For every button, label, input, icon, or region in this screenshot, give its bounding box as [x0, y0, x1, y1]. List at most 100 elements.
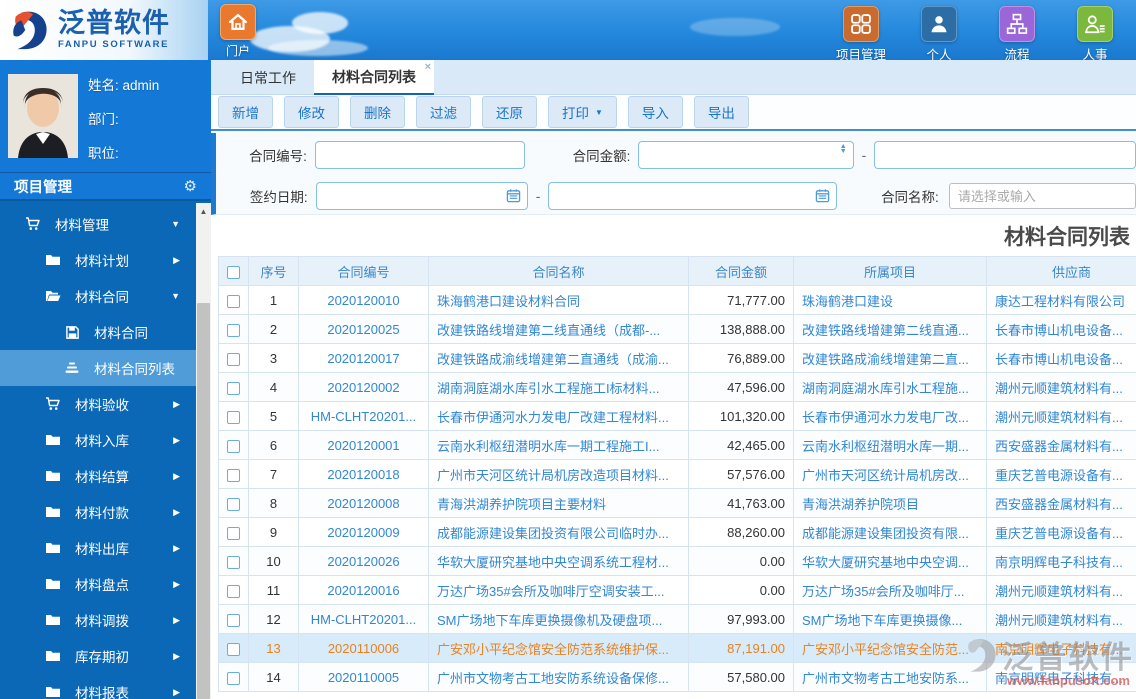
- import-button[interactable]: 导入: [627, 96, 683, 128]
- sidebar-item-material-payment[interactable]: 材料付款 ▶: [0, 494, 196, 530]
- row-checkbox[interactable]: [227, 555, 240, 569]
- project-link[interactable]: 万达广场35#会所及咖啡厅...: [793, 575, 987, 605]
- row-checkbox[interactable]: [227, 323, 240, 337]
- project-link[interactable]: 广州市天河区统计局机房改...: [793, 459, 987, 489]
- contract-code-link[interactable]: 2020120016: [298, 575, 429, 605]
- sign-date-from-input[interactable]: [315, 182, 528, 210]
- col-header-project[interactable]: 所属项目: [793, 256, 987, 286]
- row-checkbox[interactable]: [227, 671, 240, 685]
- table-row[interactable]: 7 2020120018 广州市天河区统计局机房改造项目材料... 57,576…: [218, 459, 1136, 489]
- export-button[interactable]: 导出: [693, 96, 749, 128]
- row-checkbox[interactable]: [227, 497, 240, 511]
- select-all-checkbox[interactable]: [227, 265, 240, 279]
- table-row[interactable]: 5 HM-CLHT20201... 长春市伊通河水力发电厂改建工程材料... 1…: [218, 401, 1136, 431]
- nav-project-management[interactable]: 项目管理: [832, 6, 890, 63]
- contract-code-link[interactable]: 2020120017: [298, 343, 429, 373]
- contract-name-link[interactable]: 珠海鹤港口建设材料合同: [428, 285, 689, 315]
- contract-name-link[interactable]: 改建铁路成渝线增建第二直通线（成渝...: [428, 343, 689, 373]
- contract-name-link[interactable]: 改建铁路线增建第二线直通线（成都-...: [428, 314, 689, 344]
- contract-name-link[interactable]: 广安邓小平纪念馆安全防范系统维护保...: [428, 633, 689, 663]
- contract-name-link[interactable]: 青海洪湖养护院项目主要材料: [428, 488, 689, 518]
- contract-code-link[interactable]: 2020120002: [298, 372, 429, 402]
- nav-personal[interactable]: 个人: [910, 6, 968, 63]
- add-button[interactable]: 新增: [218, 96, 273, 128]
- sidebar-item-initial-inventory[interactable]: 库存期初 ▶: [0, 638, 196, 674]
- table-row[interactable]: 9 2020120009 成都能源建设集团投资有限公司临时办... 88,260…: [218, 517, 1136, 547]
- filter-button[interactable]: 过滤: [416, 96, 471, 128]
- project-link[interactable]: 成都能源建设集团投资有限...: [793, 517, 987, 547]
- table-row[interactable]: 10 2020120026 华软大厦研究基地中央空调系统工程材... 0.00 …: [218, 546, 1136, 576]
- project-link[interactable]: 华软大厦研究基地中央空调...: [793, 546, 987, 576]
- sidebar-item-material-plan[interactable]: 材料计划 ▶: [0, 242, 196, 278]
- contract-code-link[interactable]: 2020120026: [298, 546, 429, 576]
- sidebar-item-material-contract-list[interactable]: 材料合同列表: [0, 350, 196, 386]
- edit-button[interactable]: 修改: [284, 96, 339, 128]
- restore-button[interactable]: 还原: [482, 96, 537, 128]
- supplier-link[interactable]: 南京明辉电子科技有...: [986, 662, 1136, 692]
- contract-name-link[interactable]: 广州市天河区统计局机房改造项目材料...: [428, 459, 689, 489]
- sidebar-item-material-management[interactable]: 材料管理 ▼: [0, 206, 196, 242]
- sidebar-item-material-contract[interactable]: 材料合同 ▼: [0, 278, 196, 314]
- sidebar-item-material-report[interactable]: 材料报表 ▶: [0, 674, 196, 699]
- project-link[interactable]: 湖南洞庭湖水库引水工程施...: [793, 372, 987, 402]
- project-link[interactable]: 长春市伊通河水力发电厂改...: [793, 401, 987, 431]
- contract-amount-max-input[interactable]: [874, 141, 1136, 169]
- gear-icon[interactable]: ⚙: [184, 177, 197, 195]
- col-header-amount[interactable]: 合同金额: [688, 256, 794, 286]
- contract-name-link[interactable]: 广州市文物考古工地安防系统设备保修...: [428, 662, 689, 692]
- contract-code-link[interactable]: 2020110006: [298, 633, 429, 663]
- project-link[interactable]: 广州市文物考古工地安防系...: [793, 662, 987, 692]
- table-row[interactable]: 14 2020110005 广州市文物考古工地安防系统设备保修... 57,58…: [218, 662, 1136, 692]
- row-checkbox[interactable]: [227, 613, 240, 627]
- close-icon[interactable]: ×: [425, 62, 431, 73]
- row-checkbox[interactable]: [227, 410, 240, 424]
- print-button[interactable]: 打印 ▼: [548, 96, 617, 128]
- supplier-link[interactable]: 西安盛器金属材料有...: [986, 430, 1136, 460]
- col-header-name[interactable]: 合同名称: [428, 256, 689, 286]
- table-row[interactable]: 8 2020120008 青海洪湖养护院项目主要材料 41,763.00 青海洪…: [218, 488, 1136, 518]
- scrollbar-thumb[interactable]: [197, 303, 210, 699]
- table-row[interactable]: 12 HM-CLHT20201... SM广场地下车库更换摄像机及硬盘项... …: [218, 604, 1136, 634]
- nav-workflow[interactable]: 流程: [988, 6, 1046, 63]
- spinner-icon[interactable]: ▲ ▼: [840, 143, 847, 155]
- supplier-link[interactable]: 潮州元顺建筑材料有...: [986, 604, 1136, 634]
- project-link[interactable]: SM广场地下车库更换摄像...: [793, 604, 987, 634]
- row-checkbox[interactable]: [227, 526, 240, 540]
- supplier-link[interactable]: 西安盛器金属材料有...: [986, 488, 1136, 518]
- project-link[interactable]: 珠海鹤港口建设: [793, 285, 987, 315]
- sidebar-scrollbar[interactable]: ▲: [196, 203, 211, 699]
- supplier-link[interactable]: 重庆艺普电源设备有...: [986, 517, 1136, 547]
- contract-code-link[interactable]: HM-CLHT20201...: [298, 401, 429, 431]
- contract-name-link[interactable]: 万达广场35#会所及咖啡厅空调安装工...: [428, 575, 689, 605]
- portal-button[interactable]: 门户: [218, 4, 258, 59]
- tab-daily-work[interactable]: 日常工作: [222, 60, 314, 95]
- contract-code-input[interactable]: [314, 141, 526, 169]
- contract-code-link[interactable]: 2020120009: [298, 517, 429, 547]
- supplier-link[interactable]: 长春市博山机电设备...: [986, 343, 1136, 373]
- supplier-link[interactable]: 重庆艺普电源设备有...: [986, 459, 1136, 489]
- contract-name-link[interactable]: 华软大厦研究基地中央空调系统工程材...: [428, 546, 689, 576]
- table-row[interactable]: 6 2020120001 云南水利枢纽潜明水库一期工程施工I... 42,465…: [218, 430, 1136, 460]
- col-header-seq[interactable]: 序号: [248, 256, 299, 286]
- contract-code-link[interactable]: 2020120025: [298, 314, 429, 344]
- row-checkbox[interactable]: [227, 381, 240, 395]
- tab-material-contract-list[interactable]: 材料合同列表 ×: [314, 60, 434, 95]
- sidebar-item-material-contract-entry[interactable]: 材料合同: [0, 314, 196, 350]
- contract-code-link[interactable]: 2020120001: [298, 430, 429, 460]
- contract-code-link[interactable]: 2020120010: [298, 285, 429, 315]
- row-checkbox[interactable]: [227, 439, 240, 453]
- contract-name-link[interactable]: 成都能源建设集团投资有限公司临时办...: [428, 517, 689, 547]
- supplier-link[interactable]: 长春市博山机电设备...: [986, 314, 1136, 344]
- contract-code-link[interactable]: 2020120008: [298, 488, 429, 518]
- calendar-icon[interactable]: [815, 188, 830, 208]
- delete-button[interactable]: 删除: [350, 96, 405, 128]
- contract-amount-min-input[interactable]: [638, 141, 854, 169]
- contract-code-link[interactable]: 2020120018: [298, 459, 429, 489]
- sidebar-item-material-inbound[interactable]: 材料入库 ▶: [0, 422, 196, 458]
- col-header-code[interactable]: 合同编号: [298, 256, 429, 286]
- row-checkbox[interactable]: [227, 642, 240, 656]
- sidebar-item-material-stocktake[interactable]: 材料盘点 ▶: [0, 566, 196, 602]
- table-row[interactable]: 1 2020120010 珠海鹤港口建设材料合同 71,777.00 珠海鹤港口…: [218, 285, 1136, 315]
- sidebar-item-material-transfer[interactable]: 材料调拨 ▶: [0, 602, 196, 638]
- supplier-link[interactable]: 南京明辉电子科技有...: [986, 633, 1136, 663]
